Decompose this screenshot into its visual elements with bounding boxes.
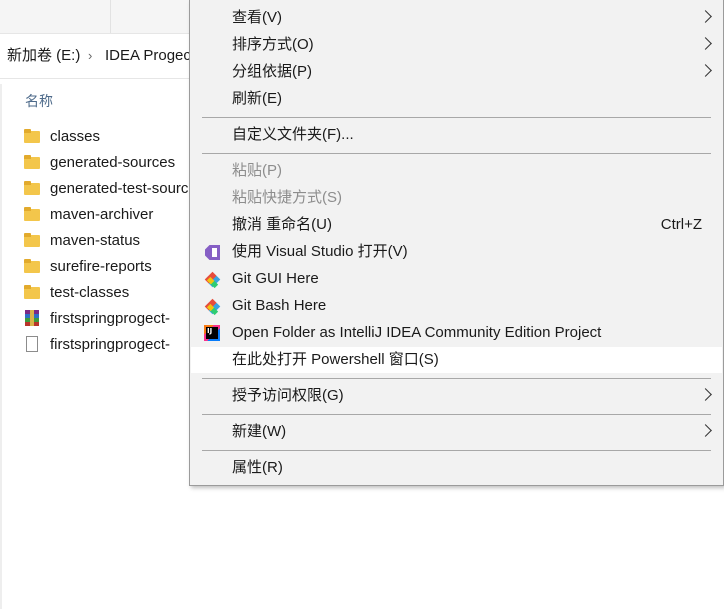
file-list-item[interactable]: maven-status [24,227,140,253]
menu-item-label: 刷新(E) [232,90,282,107]
menu-item-label: 查看(V) [232,9,282,26]
file-name: generated-sources [50,153,176,171]
file-list-item[interactable]: classes [24,123,100,149]
chevron-right-icon [699,424,712,437]
file-name: firstspringprogect- [50,309,171,327]
keyboard-shortcut: Ctrl+Z [660,216,702,233]
folder-icon [24,284,40,300]
menu-separator [202,414,711,415]
menu-item-label: Git GUI Here [232,270,319,287]
menu-item-open-powershell[interactable]: 在此处打开 Powershell 窗口(S) [191,347,722,373]
menu-item-open-intellij[interactable]: Open Folder as IntelliJ IDEA Community E… [191,320,722,346]
intellij-icon [203,324,221,342]
breadcrumb-separator-icon: › [88,48,93,63]
file-name: surefire-reports [50,257,152,275]
menu-separator [202,117,711,118]
archive-icon [24,310,40,326]
chevron-right-icon [699,388,712,401]
folder-icon [24,258,40,274]
folder-icon [24,154,40,170]
file-list-item[interactable]: generated-sources [24,149,175,175]
menu-item-view[interactable]: 查看(V) [191,5,722,31]
document-icon [24,336,40,352]
menu-item-open-visual-studio[interactable]: 使用 Visual Studio 打开(V) [191,239,722,265]
menu-item-refresh[interactable]: 刷新(E) [191,86,722,112]
menu-item-label: 属性(R) [232,459,283,476]
menu-item-undo-rename[interactable]: 撤消 重命名(U) Ctrl+Z [191,212,722,238]
menu-item-label: 分组依据(P) [232,63,312,80]
menu-separator [202,153,711,154]
menu-item-git-gui[interactable]: Git GUI Here [191,266,722,292]
file-list-item[interactable]: test-classes [24,279,129,305]
menu-item-new[interactable]: 新建(W) [191,419,722,445]
file-name: firstspringprogect- [50,335,171,353]
toolbar-divider [110,0,111,33]
file-name: classes [50,127,101,145]
file-list-item[interactable]: generated-test-sources [24,175,204,201]
menu-item-properties[interactable]: 属性(R) [191,455,722,481]
menu-item-label: Git Bash Here [232,297,327,314]
file-list-item[interactable]: firstspringprogect- [24,305,170,331]
visual-studio-icon [203,243,221,261]
menu-item-label: 粘贴(P) [232,162,282,179]
file-name: maven-status [50,231,141,249]
menu-item-paste: 粘贴(P) [191,158,722,184]
menu-item-label: Open Folder as IntelliJ IDEA Community E… [232,324,602,341]
file-name: generated-test-sources [50,179,205,197]
git-icon [203,270,221,288]
menu-item-label: 在此处打开 Powershell 窗口(S) [232,351,439,368]
file-name: test-classes [50,283,130,301]
context-menu: 查看(V) 排序方式(O) 分组依据(P) 刷新(E) 自定义文件夹(F)...… [189,0,724,486]
folder-icon [24,206,40,222]
folder-icon [24,128,40,144]
folder-icon [24,232,40,248]
menu-item-label: 撤消 重命名(U) [232,216,332,233]
git-icon [203,297,221,315]
file-list-item[interactable]: surefire-reports [24,253,152,279]
menu-item-label: 使用 Visual Studio 打开(V) [232,243,408,260]
chevron-right-icon [699,37,712,50]
menu-item-label: 排序方式(O) [232,36,314,53]
menu-item-label: 粘贴快捷方式(S) [232,189,342,206]
menu-item-grant-access[interactable]: 授予访问权限(G) [191,383,722,409]
menu-item-label: 授予访问权限(G) [232,387,344,404]
folder-icon [24,180,40,196]
menu-item-sort-by[interactable]: 排序方式(O) [191,32,722,58]
file-list-item[interactable]: firstspringprogect- [24,331,170,357]
file-list-item[interactable]: maven-archiver [24,201,153,227]
menu-item-customize-folder[interactable]: 自定义文件夹(F)... [191,122,722,148]
menu-separator [202,450,711,451]
breadcrumb-folder[interactable]: IDEA Progect [105,34,195,78]
menu-item-group-by[interactable]: 分组依据(P) [191,59,722,85]
chevron-right-icon [699,10,712,23]
pane-edge [0,84,2,609]
chevron-right-icon [699,64,712,77]
menu-item-paste-shortcut: 粘贴快捷方式(S) [191,185,722,211]
menu-item-label: 自定义文件夹(F)... [232,126,354,143]
file-name: maven-archiver [50,205,154,223]
name-column-header[interactable]: 名称 [25,91,53,111]
menu-separator [202,378,711,379]
breadcrumb-drive[interactable]: 新加卷 (E:) [7,34,80,78]
menu-item-label: 新建(W) [232,423,287,440]
menu-item-git-bash[interactable]: Git Bash Here [191,293,722,319]
